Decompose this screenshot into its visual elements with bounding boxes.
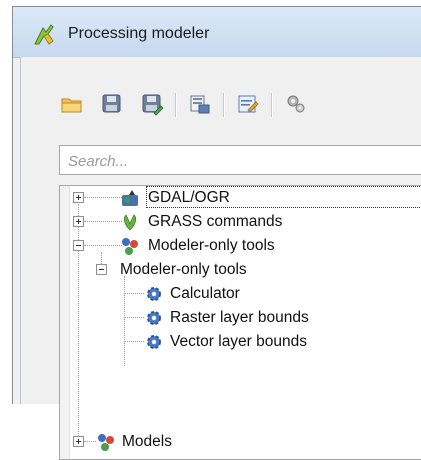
tree-item-label: Models — [122, 433, 172, 450]
tree-connector — [124, 293, 144, 294]
edit-help-icon — [238, 95, 259, 113]
toolbar — [57, 89, 421, 121]
tree-item-calculator[interactable]: Calculator — [60, 282, 421, 306]
tree-item-label: GRASS commands — [148, 213, 283, 230]
export-image-icon — [190, 95, 210, 114]
modeler-icon — [122, 238, 138, 255]
tree-connector — [124, 317, 144, 318]
tree-connector — [84, 197, 122, 198]
toolbar-separator — [175, 93, 177, 117]
tree-item-gdal-ogr[interactable]: GDAL/OGR — [60, 186, 421, 210]
qgis-app-icon — [34, 24, 54, 45]
expand-toggle[interactable] — [73, 436, 84, 447]
gears-icon — [287, 95, 305, 113]
search-box — [59, 145, 421, 175]
gear-icon — [147, 311, 161, 325]
tree-connector — [124, 341, 144, 342]
tree-item-models[interactable]: Models — [60, 430, 421, 454]
tree-item-label: Modeler-only tools — [148, 237, 275, 254]
gear-icon — [147, 335, 161, 349]
gear-icon — [147, 287, 161, 301]
tree-connector — [84, 221, 122, 222]
save-as-icon — [142, 94, 164, 116]
tree-connector — [84, 441, 96, 442]
collapse-toggle[interactable] — [96, 264, 107, 275]
processing-modeler-window: Processing modeler Search... GDAL/OGR GR… — [12, 6, 421, 460]
save-as-button[interactable] — [137, 89, 167, 119]
search-input[interactable] — [66, 151, 421, 171]
export-image-button[interactable] — [185, 89, 215, 119]
tree-item-modeler-only-tools[interactable]: Modeler-only tools — [60, 234, 421, 258]
tree-connector — [84, 245, 122, 246]
window-title: Processing modeler — [68, 25, 210, 42]
tree-item-label: Calculator — [170, 285, 240, 302]
modeler-client-area: GDAL/OGR GRASS commands — [20, 57, 421, 460]
expand-toggle[interactable] — [73, 192, 84, 203]
tree-item-modeler-only-tools-sub[interactable]: Modeler-only tools — [60, 258, 421, 282]
save-button[interactable] — [97, 89, 127, 119]
algorithm-tree: GDAL/OGR GRASS commands Modeler-only too… — [59, 185, 421, 460]
expand-toggle[interactable] — [73, 216, 84, 227]
tree-item-raster-layer-bounds[interactable]: Raster layer bounds — [60, 306, 421, 330]
open-model-button[interactable] — [57, 89, 87, 119]
tree-item-label: Raster layer bounds — [170, 309, 309, 326]
collapse-toggle[interactable] — [73, 240, 84, 251]
edit-help-button[interactable] — [233, 89, 263, 119]
save-icon — [102, 94, 121, 113]
grass-icon — [123, 214, 137, 231]
tree-item-label: Vector layer bounds — [170, 333, 308, 350]
modeler-icon — [98, 434, 114, 451]
tree-item-grass-commands[interactable]: GRASS commands — [60, 210, 421, 234]
toolbar-separator — [271, 93, 273, 117]
tree-item-label: GDAL/OGR — [148, 189, 230, 206]
tree-item-label: Modeler-only tools — [120, 261, 247, 278]
title-bar[interactable]: Processing modeler — [13, 7, 421, 58]
tree-item-vector-layer-bounds[interactable]: Vector layer bounds — [60, 330, 421, 354]
toolbar-separator — [223, 93, 225, 117]
run-model-button[interactable] — [281, 89, 311, 119]
gdal-icon — [122, 190, 138, 206]
folder-open-icon — [61, 98, 82, 113]
